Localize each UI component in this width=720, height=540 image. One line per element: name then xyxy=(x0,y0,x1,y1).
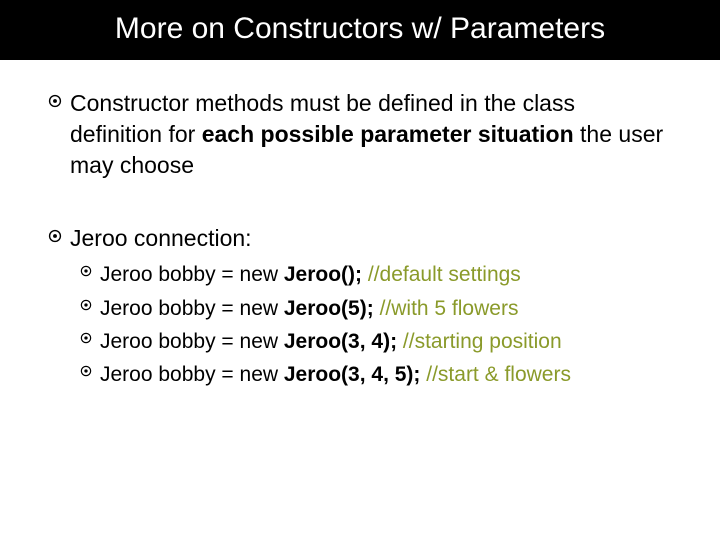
target-bullet-icon xyxy=(80,265,92,277)
slide: More on Constructors w/ Parameters Const… xyxy=(0,0,720,540)
sub-bullets: Jeroo bobby = new Jeroo(); //default set… xyxy=(80,260,672,390)
code-comment: //with 5 flowers xyxy=(374,297,519,320)
code-call: Jeroo(); xyxy=(284,263,362,286)
code-prefix: Jeroo bobby = new xyxy=(100,297,284,320)
title-bar: More on Constructors w/ Parameters xyxy=(0,0,720,60)
text-bold: each possible parameter situation xyxy=(202,121,574,147)
code-call: Jeroo(3, 4, 5); xyxy=(284,363,421,386)
code-call: Jeroo(3, 4); xyxy=(284,330,397,353)
bullet-text: Constructor methods must be defined in t… xyxy=(70,88,672,181)
code-call: Jeroo(5); xyxy=(284,297,374,320)
example-text: Jeroo bobby = new Jeroo(5); //with 5 flo… xyxy=(100,294,518,323)
slide-title: More on Constructors w/ Parameters xyxy=(0,12,720,46)
example-text: Jeroo bobby = new Jeroo(3, 4); //startin… xyxy=(100,327,562,356)
example-row: Jeroo bobby = new Jeroo(5); //with 5 flo… xyxy=(80,294,672,323)
bullet-jeroo-connection: Jeroo connection: xyxy=(48,223,672,254)
bullet-constructor-methods: Constructor methods must be defined in t… xyxy=(48,88,672,181)
target-bullet-icon xyxy=(80,299,92,311)
code-prefix: Jeroo bobby = new xyxy=(100,263,284,286)
example-text: Jeroo bobby = new Jeroo(); //default set… xyxy=(100,260,521,289)
target-bullet-icon xyxy=(80,332,92,344)
target-bullet-icon xyxy=(80,365,92,377)
target-bullet-icon xyxy=(48,94,62,108)
slide-content: Constructor methods must be defined in t… xyxy=(0,60,720,390)
example-row: Jeroo bobby = new Jeroo(); //default set… xyxy=(80,260,672,289)
target-bullet-icon xyxy=(48,229,62,243)
example-row: Jeroo bobby = new Jeroo(3, 4); //startin… xyxy=(80,327,672,356)
bullet-text: Jeroo connection: xyxy=(70,223,252,254)
code-comment: //start & flowers xyxy=(420,363,571,386)
example-row: Jeroo bobby = new Jeroo(3, 4, 5); //star… xyxy=(80,360,672,389)
code-prefix: Jeroo bobby = new xyxy=(100,363,284,386)
code-comment: //starting position xyxy=(397,330,562,353)
code-prefix: Jeroo bobby = new xyxy=(100,330,284,353)
code-comment: //default settings xyxy=(362,263,521,286)
example-text: Jeroo bobby = new Jeroo(3, 4, 5); //star… xyxy=(100,360,571,389)
